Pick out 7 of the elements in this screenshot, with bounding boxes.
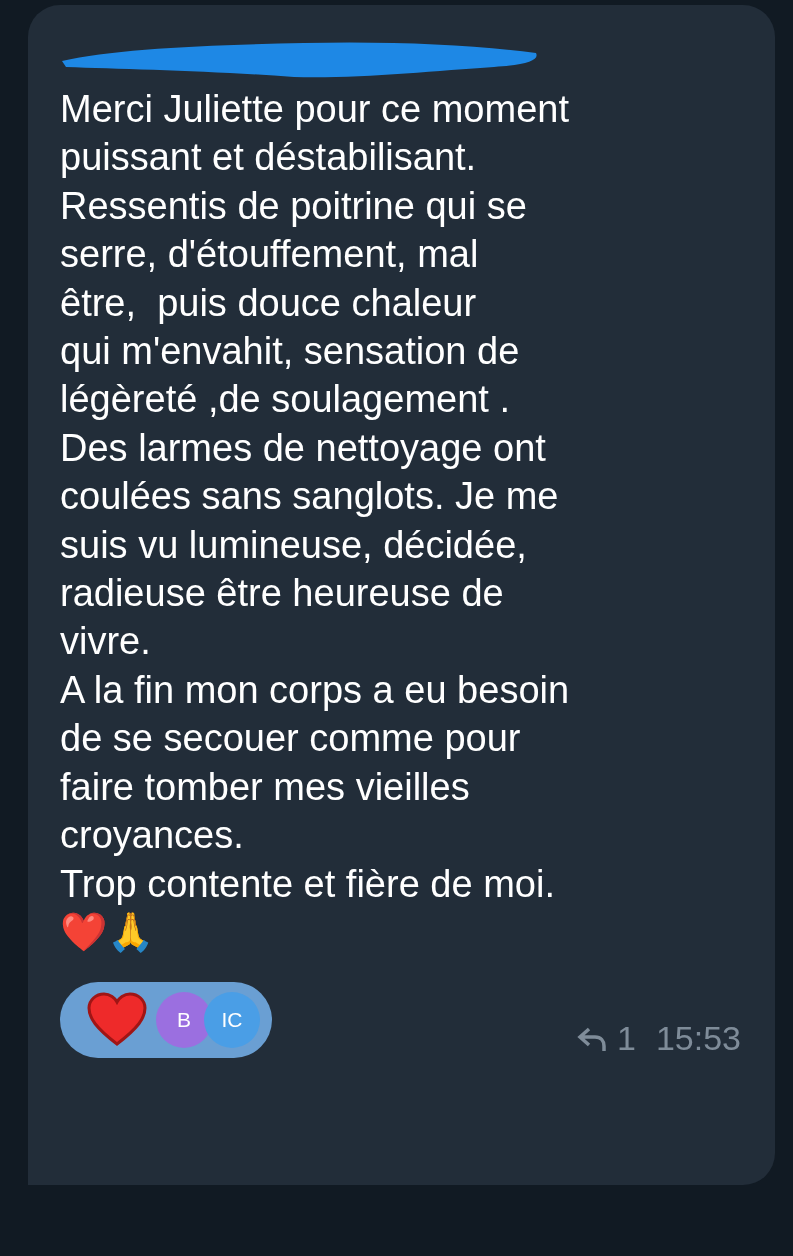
user-avatar: IC (204, 992, 260, 1049)
reaction-chip[interactable]: B IC (60, 982, 272, 1059)
message-time: 15:53 (655, 1019, 741, 1059)
heart-icon (86, 992, 148, 1049)
reply-icon (577, 1025, 607, 1052)
reply-count: 1 (617, 1019, 636, 1059)
message-text: Merci Juliette pour ce moment puissant et déstabilisant. Ressentis de poitrine qui se serre, d'étouffement, mal être, puis douce chaleur qui m'envahit, sensation de légèreté ,de soulagement . Des larmes de nettoyage ont coulées sans sanglots. Je me suis vu lumineuse, décidée, radieuse être heureuse de vivre. A la fin mon corps a eu besoin de se secouer comme pour faire tomber mes vieilles croyances. Trop contente et fière de moi. ❤🙏 (60, 87, 571, 955)
